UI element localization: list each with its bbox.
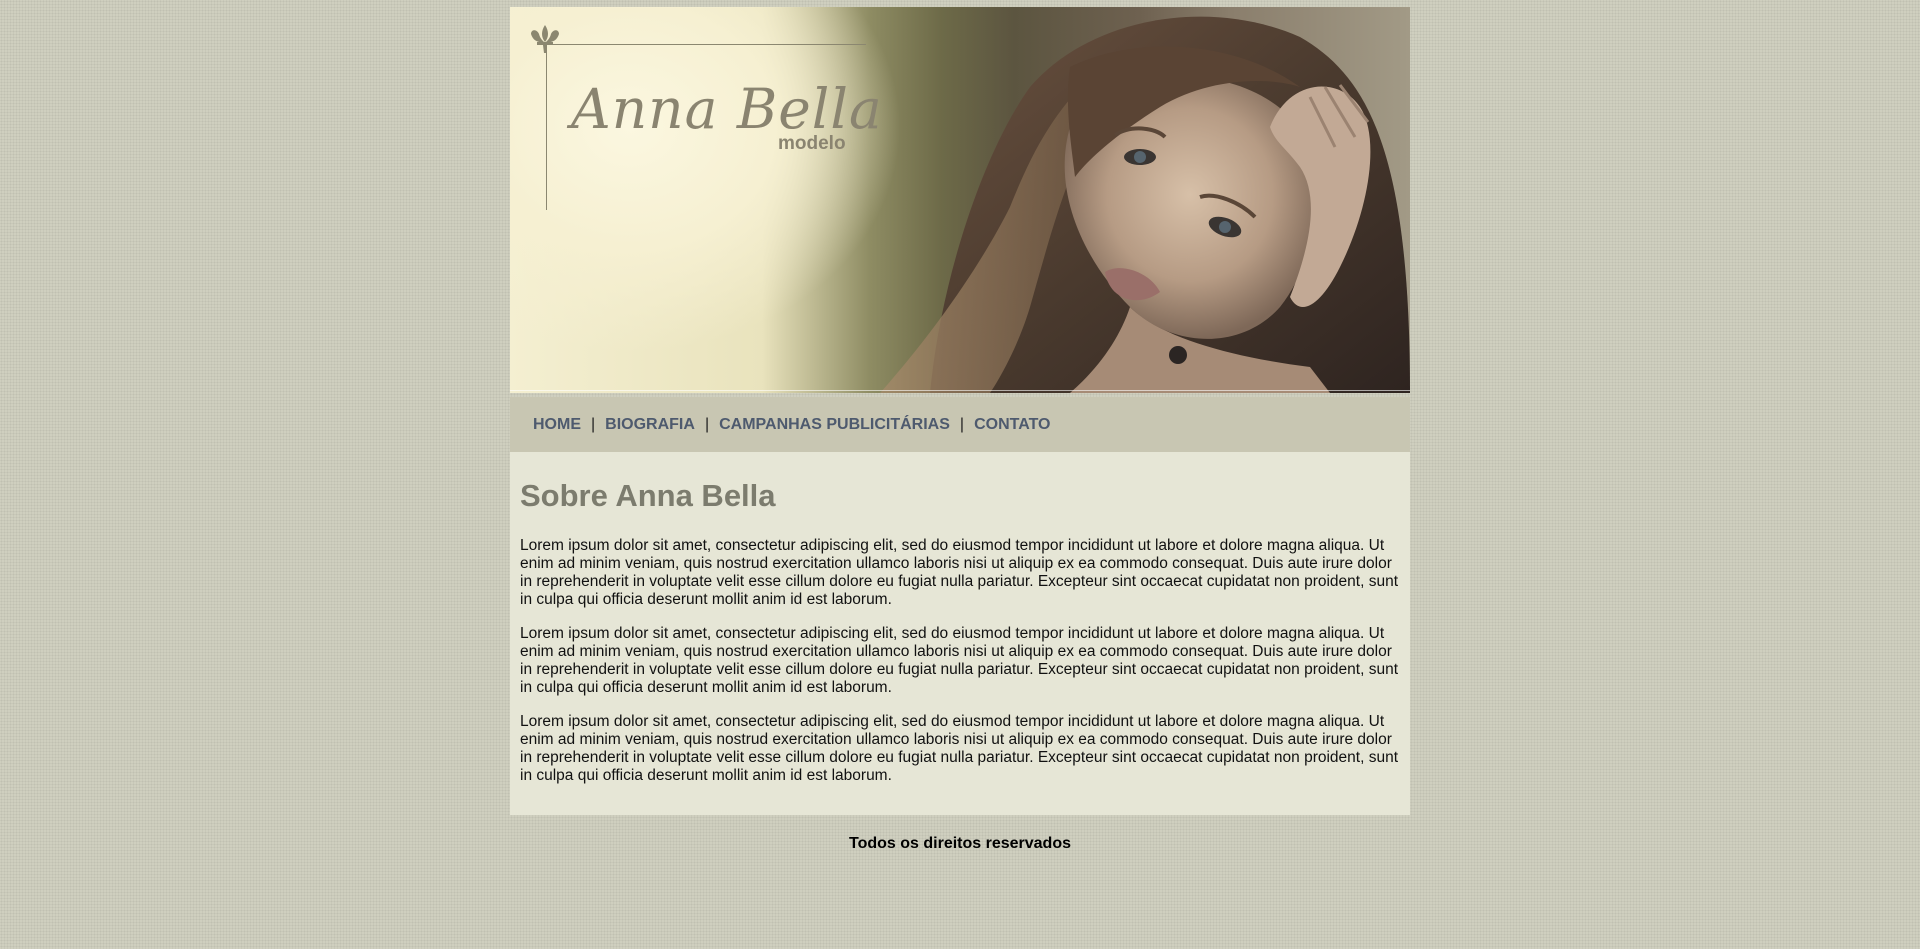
nav-separator: | <box>591 415 596 433</box>
model-portrait-image <box>880 16 1410 393</box>
nav-link-campanhas[interactable]: CAMPANHAS PUBLICITÁRIAS <box>719 416 950 434</box>
nav-link-home[interactable]: HOME <box>533 416 581 434</box>
page-title: Sobre Anna Bella <box>520 478 776 513</box>
header-banner: Anna Bella modelo <box>510 7 1410 393</box>
page-container: Anna Bella modelo HOME | BIOGRAFIA | CAM… <box>510 7 1410 853</box>
content-paragraph: Lorem ipsum dolor sit amet, consectetur … <box>520 537 1398 608</box>
logo-frame-top-line <box>546 44 866 45</box>
fleur-de-lis-icon <box>531 25 559 53</box>
content-paragraph: Lorem ipsum dolor sit amet, consectetur … <box>520 713 1398 784</box>
nav-link-contato[interactable]: CONTATO <box>974 416 1050 434</box>
logo-frame-left-line <box>546 44 547 210</box>
nav-separator: | <box>704 415 710 433</box>
content-paragraph: Lorem ipsum dolor sit amet, consectetur … <box>520 625 1398 696</box>
main-navigation: HOME | BIOGRAFIA | CAMPANHAS PUBLICITÁRI… <box>510 397 1410 452</box>
site-logo-title: Anna Bella <box>571 77 883 141</box>
site-logo-subtitle: modelo <box>778 133 846 154</box>
nav-link-biografia[interactable]: BIOGRAFIA <box>605 416 695 434</box>
header-divider <box>510 390 1410 391</box>
main-content: Sobre Anna Bella Lorem ipsum dolor sit a… <box>510 452 1410 815</box>
nav-separator: | <box>959 415 965 433</box>
footer-copyright: Todos os direitos reservados <box>849 835 1071 852</box>
